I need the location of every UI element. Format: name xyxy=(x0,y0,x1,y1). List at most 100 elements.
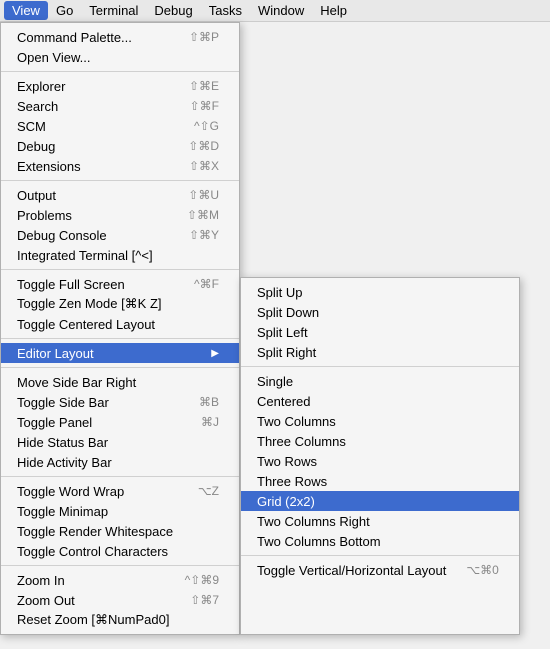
submenu-item-label: Toggle Vertical/Horizontal Layout xyxy=(257,563,446,578)
menu-item-shortcut: ⇧⌘Y xyxy=(189,228,219,242)
menu-item-command-palette[interactable]: Command Palette... ⇧⌘P xyxy=(1,27,239,47)
menu-item-output[interactable]: Output ⇧⌘U xyxy=(1,185,239,205)
menu-item-shortcut: ⇧⌘P xyxy=(189,30,219,44)
menu-item-shortcut: ⇧⌘7 xyxy=(190,593,219,607)
menu-item-shortcut: ⌘B xyxy=(199,395,219,409)
menu-item-shortcut: ^⇧G xyxy=(194,119,219,133)
menu-item-shortcut: ⇧⌘M xyxy=(187,208,219,222)
menu-bar: View Go Terminal Debug Tasks Window Help xyxy=(0,0,550,22)
menu-item-toggle-centered-layout[interactable]: Toggle Centered Layout xyxy=(1,314,239,334)
submenu-item-two-columns-bottom[interactable]: Two Columns Bottom xyxy=(241,531,519,551)
menu-item-hide-status-bar[interactable]: Hide Status Bar xyxy=(1,432,239,452)
menu-item-label: Debug Console xyxy=(17,228,107,243)
submenu-item-label: Two Columns Bottom xyxy=(257,534,381,549)
menu-item-toggle-render-whitespace[interactable]: Toggle Render Whitespace xyxy=(1,521,239,541)
menu-item-label: Toggle Control Characters xyxy=(17,544,168,559)
menu-item-shortcut: ^⇧⌘9 xyxy=(185,573,219,587)
menu-item-label: Zoom Out xyxy=(17,593,75,608)
submenu-item-label: Two Rows xyxy=(257,454,317,469)
menu-item-label: Toggle Full Screen xyxy=(17,277,125,292)
menu-item-label: Integrated Terminal [^<] xyxy=(17,248,153,263)
menu-item-search[interactable]: Search ⇧⌘F xyxy=(1,96,239,116)
menu-item-explorer[interactable]: Explorer ⇧⌘E xyxy=(1,76,239,96)
menu-item-toggle-word-wrap[interactable]: Toggle Word Wrap ⌥Z xyxy=(1,481,239,501)
menu-item-zoom-in[interactable]: Zoom In ^⇧⌘9 xyxy=(1,570,239,590)
menu-item-scm[interactable]: SCM ^⇧G xyxy=(1,116,239,136)
submenu-item-label: Split Up xyxy=(257,285,303,300)
menu-terminal[interactable]: Terminal xyxy=(81,1,146,20)
submenu-item-three-rows[interactable]: Three Rows xyxy=(241,471,519,491)
submenu-item-split-up[interactable]: Split Up xyxy=(241,282,519,302)
menu-item-shortcut: ⇧⌘E xyxy=(189,79,219,93)
menu-item-label: Zoom In xyxy=(17,573,65,588)
menu-item-shortcut: ⌥Z xyxy=(198,484,219,498)
submenu-item-label: Split Right xyxy=(257,345,316,360)
menu-item-label: Editor Layout xyxy=(17,346,94,361)
submenu-item-toggle-vertical-horizontal[interactable]: Toggle Vertical/Horizontal Layout ⌥⌘0 xyxy=(241,560,519,580)
menu-item-zoom-out[interactable]: Zoom Out ⇧⌘7 xyxy=(1,590,239,610)
submenu-item-grid-2x2[interactable]: Grid (2x2) xyxy=(241,491,519,511)
submenu-item-split-down[interactable]: Split Down xyxy=(241,302,519,322)
menu-item-toggle-minimap[interactable]: Toggle Minimap xyxy=(1,501,239,521)
submenu-item-three-columns[interactable]: Three Columns xyxy=(241,431,519,451)
menu-item-toggle-panel[interactable]: Toggle Panel ⌘J xyxy=(1,412,239,432)
submenu-item-single[interactable]: Single xyxy=(241,371,519,391)
menu-item-label: Explorer xyxy=(17,79,65,94)
menu-item-move-side-bar-right[interactable]: Move Side Bar Right xyxy=(1,372,239,392)
separator xyxy=(1,565,239,566)
menu-item-toggle-control-characters[interactable]: Toggle Control Characters xyxy=(1,541,239,561)
menu-item-label: Command Palette... xyxy=(17,30,132,45)
separator xyxy=(1,180,239,181)
menu-item-open-view[interactable]: Open View... xyxy=(1,47,239,67)
menu-item-hide-activity-bar[interactable]: Hide Activity Bar xyxy=(1,452,239,472)
menu-item-shortcut: ⌘J xyxy=(201,415,219,429)
menu-window[interactable]: Window xyxy=(250,1,312,20)
menu-item-toggle-side-bar[interactable]: Toggle Side Bar ⌘B xyxy=(1,392,239,412)
menu-item-label: Toggle Minimap xyxy=(17,504,108,519)
menu-item-integrated-terminal[interactable]: Integrated Terminal [^<] xyxy=(1,245,239,265)
menu-item-label: Toggle Centered Layout xyxy=(17,317,155,332)
menu-item-label: Debug xyxy=(17,139,55,154)
arrow-icon: ▶ xyxy=(211,348,219,359)
menu-item-shortcut: ^⌘F xyxy=(194,277,219,291)
submenu-item-label: Grid (2x2) xyxy=(257,494,315,509)
menu-item-label: Output xyxy=(17,188,56,203)
menu-debug[interactable]: Debug xyxy=(146,1,200,20)
submenu-item-label: Split Down xyxy=(257,305,319,320)
separator xyxy=(1,269,239,270)
submenu-item-split-right[interactable]: Split Right xyxy=(241,342,519,362)
menu-item-label: Problems xyxy=(17,208,72,223)
submenu-item-label: Centered xyxy=(257,394,310,409)
separator xyxy=(241,366,519,367)
menu-item-label: Search xyxy=(17,99,58,114)
menu-item-label: Toggle Side Bar xyxy=(17,395,109,410)
submenu-item-split-left[interactable]: Split Left xyxy=(241,322,519,342)
menu-view[interactable]: View xyxy=(4,1,48,20)
separator xyxy=(241,555,519,556)
submenu-item-shortcut: ⌥⌘0 xyxy=(466,563,499,577)
menu-item-toggle-zen-mode[interactable]: Toggle Zen Mode [⌘K Z] xyxy=(1,294,239,314)
menu-tasks[interactable]: Tasks xyxy=(201,1,250,20)
menu-item-problems[interactable]: Problems ⇧⌘M xyxy=(1,205,239,225)
view-dropdown-menu: Command Palette... ⇧⌘P Open View... Expl… xyxy=(0,22,240,635)
menu-item-debug-console[interactable]: Debug Console ⇧⌘Y xyxy=(1,225,239,245)
menu-item-label: Open View... xyxy=(17,50,90,65)
separator xyxy=(1,338,239,339)
submenu-item-two-rows[interactable]: Two Rows xyxy=(241,451,519,471)
menu-item-label: Toggle Render Whitespace xyxy=(17,524,173,539)
menu-item-extensions[interactable]: Extensions ⇧⌘X xyxy=(1,156,239,176)
submenu-item-two-columns[interactable]: Two Columns xyxy=(241,411,519,431)
menu-item-toggle-full-screen[interactable]: Toggle Full Screen ^⌘F xyxy=(1,274,239,294)
menu-item-label: SCM xyxy=(17,119,46,134)
menu-item-debug[interactable]: Debug ⇧⌘D xyxy=(1,136,239,156)
menu-go[interactable]: Go xyxy=(48,1,81,20)
submenu-item-two-columns-right[interactable]: Two Columns Right xyxy=(241,511,519,531)
submenu-item-centered[interactable]: Centered xyxy=(241,391,519,411)
menu-item-shortcut: ⇧⌘D xyxy=(188,139,219,153)
menu-item-editor-layout[interactable]: Editor Layout ▶ xyxy=(1,343,239,363)
menu-item-label: Hide Activity Bar xyxy=(17,455,112,470)
menu-help[interactable]: Help xyxy=(312,1,355,20)
menu-item-reset-zoom[interactable]: Reset Zoom [⌘NumPad0] xyxy=(1,610,239,630)
dropdown-container: Command Palette... ⇧⌘P Open View... Expl… xyxy=(0,22,520,635)
menu-item-label: Extensions xyxy=(17,159,81,174)
